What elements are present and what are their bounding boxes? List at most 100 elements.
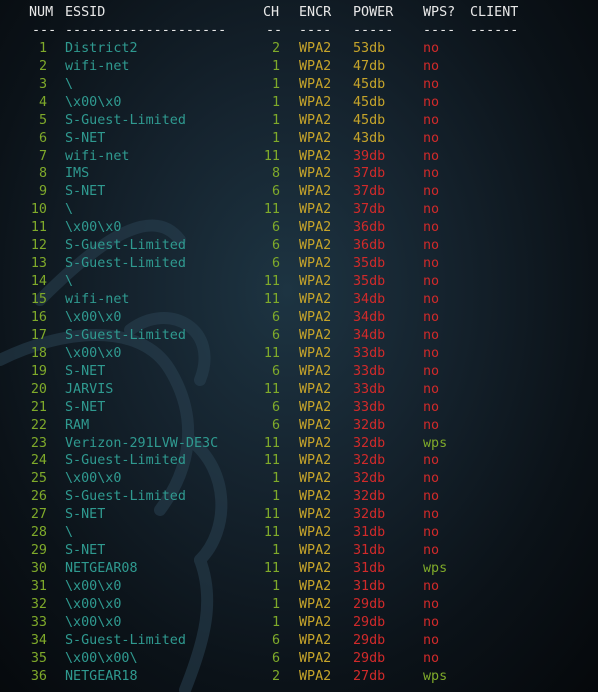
row-power: 45db — [353, 76, 386, 92]
row-encryption: WPA2 — [299, 292, 332, 307]
row-channel: 1 — [271, 471, 280, 487]
row-encryption: WPA2 — [299, 345, 332, 361]
row-power: 36db — [353, 220, 386, 236]
row-num: 32 — [30, 596, 47, 612]
row-channel: 1 — [271, 543, 280, 559]
table-row: 33 \x00\x0 1 WPA2 29db no — [0, 614, 598, 632]
row-wps: no — [423, 525, 440, 541]
row-wps: no — [423, 40, 440, 56]
row-channel: 6 — [271, 399, 280, 415]
row-essid: NETGEAR08 — [65, 561, 138, 577]
row-essid: \ — [65, 76, 74, 92]
row-channel: 6 — [271, 363, 280, 379]
row-wps: wps — [423, 668, 448, 684]
row-channel: 1 — [271, 579, 280, 594]
row-power: 32db — [353, 471, 386, 487]
row-encryption: WPA2 — [299, 489, 332, 505]
row-encryption: WPA2 — [299, 112, 332, 128]
table-row: 11 \x00\x0 6 WPA2 36db no — [0, 219, 598, 237]
row-power: 32db — [353, 453, 386, 469]
row-num: 13 — [30, 256, 47, 272]
row-encryption: WPA2 — [299, 650, 332, 666]
row-wps: no — [423, 471, 440, 487]
row-channel: 6 — [271, 256, 280, 272]
row-channel: 11 — [263, 148, 280, 164]
row-power: 37db — [353, 184, 386, 200]
row-encryption: WPA2 — [299, 220, 332, 236]
row-channel: 11 — [263, 381, 280, 397]
row-essid: \ — [65, 202, 74, 218]
row-essid: S-NET — [65, 363, 106, 379]
row-power: 43db — [353, 130, 386, 146]
row-channel: 1 — [271, 596, 280, 612]
row-encryption: WPA2 — [299, 507, 332, 523]
row-power: 31db — [353, 561, 386, 577]
table-row: 1 District2 2 WPA2 53db no — [0, 40, 598, 58]
row-essid: S-Guest-Limited — [65, 256, 186, 272]
row-power: 31db — [353, 579, 386, 594]
row-essid: \x00\x0 — [65, 220, 122, 236]
row-wps: no — [423, 256, 440, 272]
row-num: 18 — [30, 345, 47, 361]
row-channel: 2 — [271, 668, 280, 684]
table-row: 27 S-NET 11 WPA2 32db no — [0, 506, 598, 524]
table-row: 17 S-Guest-Limited 6 WPA2 34db no — [0, 327, 598, 345]
row-channel: 1 — [271, 489, 280, 505]
separator-client: ------ — [470, 22, 519, 38]
row-channel: 11 — [263, 274, 280, 290]
row-wps: no — [423, 184, 440, 200]
row-essid: \x00\x0 — [65, 579, 122, 594]
airodump-table: NUM ESSID CH ENCR POWER WPS? CLIENT --- … — [0, 4, 598, 686]
row-wps: no — [423, 202, 440, 218]
row-essid: \ — [65, 274, 74, 290]
row-encryption: WPA2 — [299, 614, 332, 630]
row-encryption: WPA2 — [299, 561, 332, 577]
table-row: 13 S-Guest-Limited 6 WPA2 35db no — [0, 255, 598, 273]
table-row: 10 \ 11 WPA2 37db no — [0, 201, 598, 219]
table-row: 7 wifi-net 11 WPA2 39db no — [0, 148, 598, 166]
separator-num: --- — [32, 22, 57, 38]
row-power: 33db — [353, 399, 386, 415]
table-row: 36 NETGEAR18 2 WPA2 27db wps — [0, 668, 598, 686]
terminal-window[interactable]: NUM ESSID CH ENCR POWER WPS? CLIENT --- … — [0, 0, 598, 692]
row-wps: no — [423, 345, 440, 361]
row-num: 5 — [38, 112, 47, 128]
row-encryption: WPA2 — [299, 596, 332, 612]
table-row: 31 \x00\x0 1 WPA2 31db no — [0, 578, 598, 596]
row-wps: no — [423, 94, 440, 110]
header-num: NUM — [29, 5, 54, 20]
row-encryption: WPA2 — [299, 417, 332, 433]
row-essid: \x00\x0 — [65, 309, 122, 325]
row-channel: 6 — [271, 650, 280, 666]
table-row: 4 \x00\x0 1 WPA2 45db no — [0, 94, 598, 112]
table-row: 22 RAM 6 WPA2 32db no — [0, 417, 598, 435]
row-channel: 6 — [271, 309, 280, 325]
row-wps: no — [423, 148, 440, 164]
row-wps: no — [423, 614, 440, 630]
row-encryption: WPA2 — [299, 579, 332, 594]
row-encryption: WPA2 — [299, 40, 332, 56]
row-wps: no — [423, 327, 440, 343]
row-channel: 6 — [271, 238, 280, 254]
row-num: 17 — [30, 327, 47, 343]
row-power: 34db — [353, 309, 386, 325]
row-num: 29 — [30, 543, 47, 559]
row-essid: wifi-net — [65, 292, 130, 307]
row-encryption: WPA2 — [299, 76, 332, 92]
row-num: 26 — [30, 489, 47, 505]
row-wps: no — [423, 274, 440, 290]
row-num: 10 — [30, 202, 47, 218]
table-row: 5 S-Guest-Limited 1 WPA2 45db no — [0, 112, 598, 130]
row-channel: 11 — [263, 525, 280, 541]
row-essid: \x00\x0 — [65, 471, 122, 487]
row-power: 29db — [353, 614, 386, 630]
row-power: 37db — [353, 166, 386, 182]
row-power: 45db — [353, 112, 386, 128]
row-num: 12 — [30, 238, 47, 254]
row-power: 47db — [353, 58, 386, 74]
row-wps: no — [423, 417, 440, 433]
row-power: 33db — [353, 363, 386, 379]
row-num: 3 — [38, 76, 47, 92]
row-essid: S-NET — [65, 399, 106, 415]
row-essid: IMS — [65, 166, 90, 182]
